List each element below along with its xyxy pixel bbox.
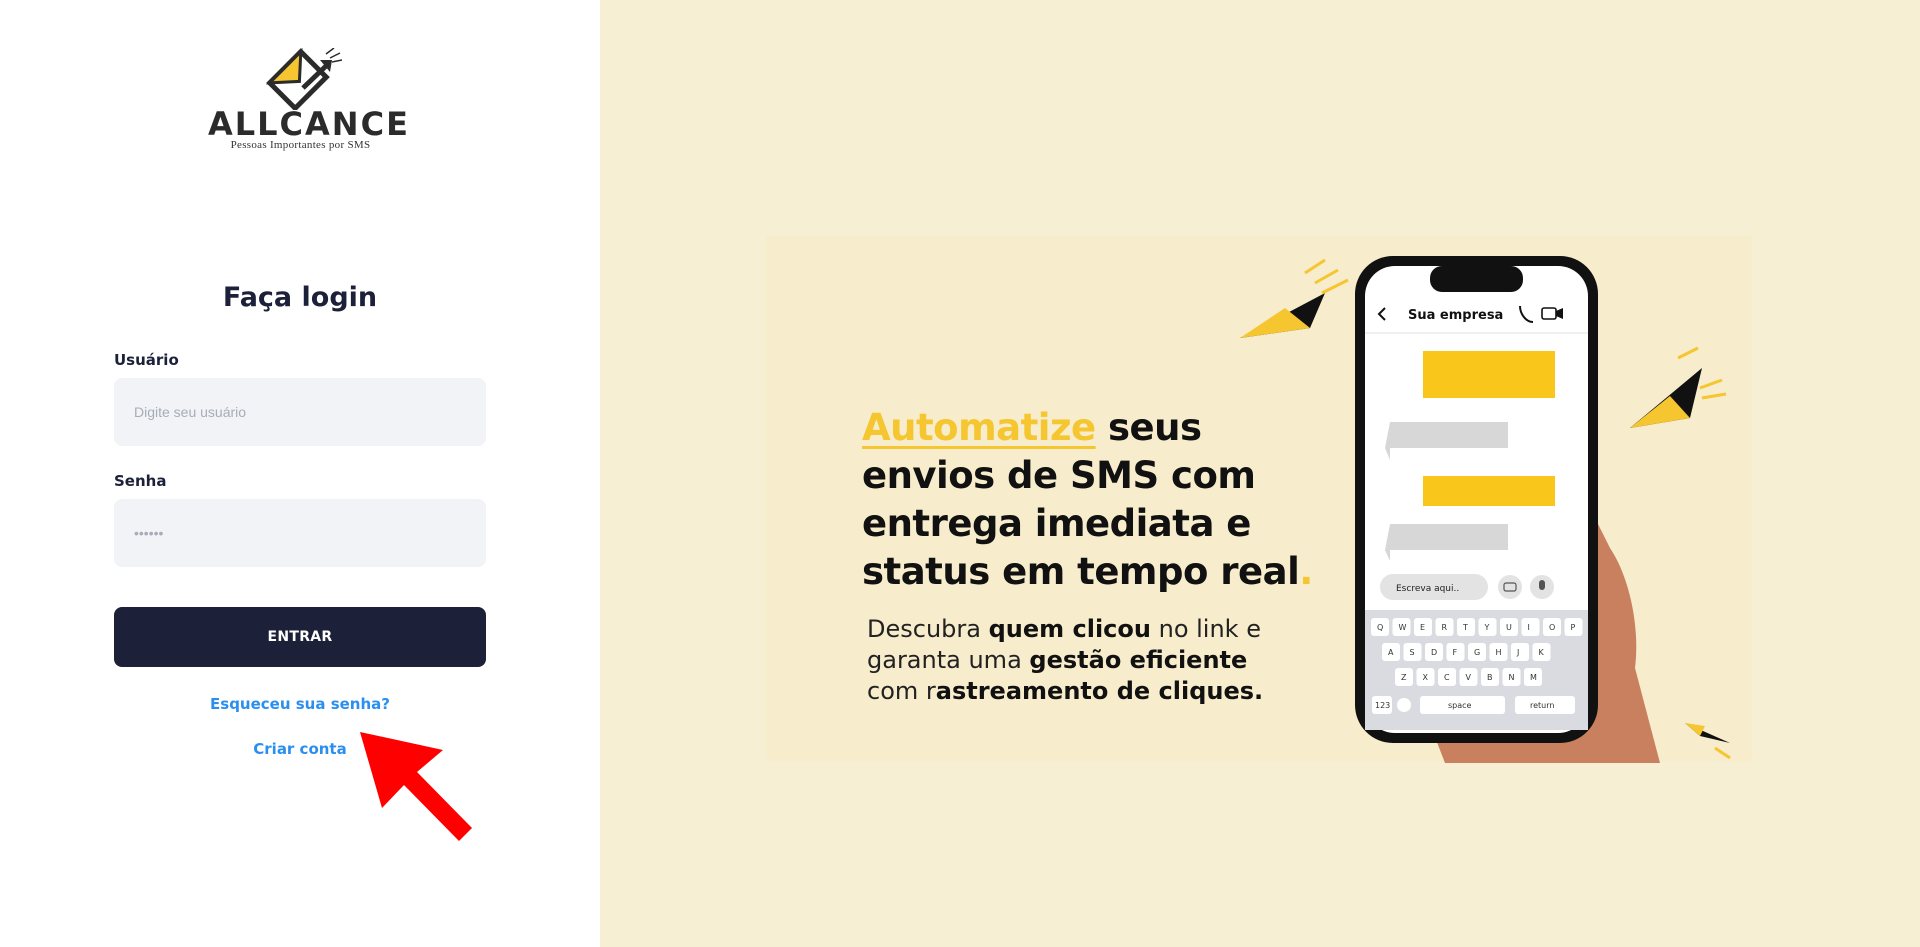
keyboard-key-label: A bbox=[1388, 648, 1394, 657]
envelope-logo-icon bbox=[265, 47, 343, 112]
sub-line3-bold: astreamento de cliques. bbox=[935, 677, 1264, 705]
password-label: Senha bbox=[114, 472, 167, 490]
keyboard-key bbox=[1511, 643, 1529, 661]
emoji-key-icon bbox=[1397, 698, 1411, 712]
keyboard-key-label: R bbox=[1442, 623, 1448, 632]
keyboard-key-label: B bbox=[1487, 673, 1493, 682]
phone-notch bbox=[1430, 266, 1523, 292]
phone-contact-name: Sua empresa bbox=[1408, 308, 1503, 323]
password-input[interactable] bbox=[114, 499, 486, 567]
page-title: Faça login bbox=[222, 282, 378, 313]
keyboard-key-label: F bbox=[1453, 648, 1458, 657]
keyboard-key-label: K bbox=[1539, 648, 1545, 657]
keyboard-key-label: E bbox=[1420, 623, 1425, 632]
camera-icon bbox=[1498, 575, 1522, 599]
keyboard-row-3: ZXCVBNM bbox=[1395, 668, 1542, 686]
sub-line2-pre: garanta uma bbox=[867, 646, 1030, 674]
headline-line1: seus bbox=[1095, 406, 1202, 449]
keyboard-key-label: C bbox=[1444, 673, 1450, 682]
keyboard-key bbox=[1521, 618, 1540, 636]
keyboard-key-label: M bbox=[1530, 673, 1537, 682]
sub-line3-pre: com r bbox=[867, 677, 936, 705]
brand-wordmark: ALLCANCE bbox=[208, 105, 410, 143]
paper-plane-icon bbox=[1685, 723, 1731, 760]
headline-accent: Automatize bbox=[862, 406, 1096, 449]
sub-line1-bold: quem clicou bbox=[988, 615, 1151, 643]
brand-tagline: Pessoas Importantes por SMS bbox=[230, 139, 371, 151]
banner-subtext: Descubra quem clicou no link e garanta u… bbox=[867, 614, 1263, 707]
keyboard-key-label: Z bbox=[1401, 673, 1407, 682]
keyboard-key-label: I bbox=[1528, 623, 1530, 632]
login-panel: ALLCANCE Pessoas Importantes por SMS Faç… bbox=[0, 0, 600, 947]
sub-line1-pre: Descubra bbox=[867, 615, 989, 643]
keyboard-key-label: O bbox=[1549, 623, 1555, 632]
keyboard-key-label: W bbox=[1399, 623, 1407, 632]
keyboard-key-label: P bbox=[1571, 623, 1576, 632]
keyboard-key-label: J bbox=[1516, 648, 1519, 657]
brand-logo: ALLCANCE Pessoas Importantes por SMS bbox=[208, 47, 410, 158]
keyboard-key-label: Y bbox=[1484, 623, 1490, 632]
phone-illustration: Sua empresa Escreva aqui.. Q W E R T Y U I O P A S… bbox=[1240, 256, 1731, 763]
username-label: Usuário bbox=[114, 351, 179, 369]
key-123-label: 123 bbox=[1375, 701, 1390, 710]
keyboard-key-label: N bbox=[1509, 673, 1515, 682]
key-space-label: space bbox=[1448, 701, 1472, 710]
message-input-placeholder: Escreva aqui.. bbox=[1396, 584, 1459, 594]
keyboard-key-label: V bbox=[1466, 673, 1472, 682]
sub-line2-bold: gestão eficiente bbox=[1029, 646, 1248, 674]
keyboard-key-label: H bbox=[1496, 648, 1502, 657]
login-button[interactable]: ENTRAR bbox=[114, 607, 486, 667]
keyboard-key-label: T bbox=[1462, 623, 1468, 632]
keyboard-key-label: U bbox=[1506, 623, 1512, 632]
keyboard-key-label: G bbox=[1474, 648, 1480, 657]
paper-plane-icon bbox=[1630, 346, 1727, 428]
annotation-arrow-icon bbox=[360, 732, 472, 841]
keyboard-key-label: S bbox=[1410, 648, 1415, 657]
keyboard-key-label: X bbox=[1423, 673, 1429, 682]
forgot-password-link[interactable]: Esqueceu sua senha? bbox=[114, 695, 486, 713]
paper-plane-icon bbox=[1240, 258, 1349, 338]
keyboard-key-label: D bbox=[1431, 648, 1437, 657]
keyboard-key-label: Q bbox=[1377, 623, 1383, 632]
key-return-label: return bbox=[1530, 701, 1554, 710]
username-input[interactable] bbox=[114, 378, 486, 446]
